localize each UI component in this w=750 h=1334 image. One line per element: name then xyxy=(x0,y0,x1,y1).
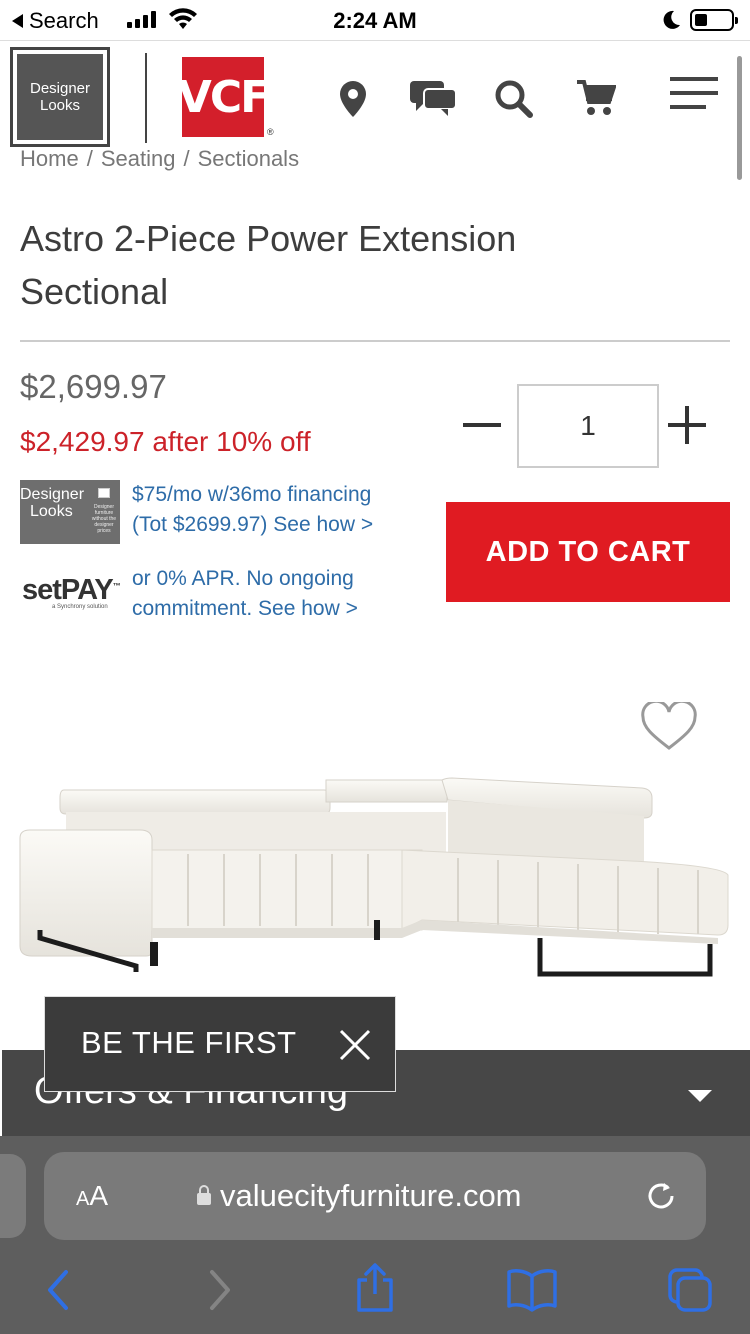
product-title: Astro 2-Piece Power Extension Sectional xyxy=(20,218,517,312)
menu-icon[interactable] xyxy=(668,75,720,111)
breadcrumb-sectionals[interactable]: Sectionals xyxy=(198,146,300,172)
url-text[interactable]: valuecityfurniture.com xyxy=(220,1178,522,1214)
setpay-logo-text: setPAY xyxy=(22,574,114,606)
bookmarks-icon[interactable] xyxy=(506,1268,558,1312)
share-icon[interactable] xyxy=(354,1262,396,1314)
address-bar[interactable]: AA valuecityfurniture.com xyxy=(44,1152,706,1240)
designer-looks-financing-logo: Designer Looks Designer furniture withou… xyxy=(20,480,120,544)
previous-tab-peek[interactable] xyxy=(0,1154,26,1238)
add-to-cart-button[interactable]: ADD TO CART xyxy=(446,502,730,602)
battery-icon xyxy=(690,9,738,31)
be-the-first-popup[interactable]: BE THE FIRST xyxy=(44,996,396,1092)
reload-icon[interactable] xyxy=(644,1179,678,1213)
quantity-input[interactable]: 1 xyxy=(517,384,659,468)
aa-small: A xyxy=(76,1188,90,1210)
financing-logo-tagline: Designer furniture without the designer … xyxy=(91,504,117,534)
site-header: Designer Looks VCF ® xyxy=(0,40,750,148)
breadcrumb-home[interactable]: Home xyxy=(20,146,79,172)
logo-divider xyxy=(145,53,147,143)
regular-price: $2,699.97 xyxy=(20,368,167,405)
quantity-increase-button[interactable] xyxy=(668,406,706,444)
financing-plan-2-line1: or 0% APR. No ongoing xyxy=(132,567,354,590)
designer-logo-line1: Designer xyxy=(29,80,91,97)
quantity-decrease-button[interactable] xyxy=(463,423,501,427)
vcf-logo[interactable]: VCF xyxy=(178,57,270,137)
financing-logo-badge xyxy=(98,488,110,498)
clock: 2:24 AM xyxy=(333,8,417,33)
browser-toolbar: AA valuecityfurniture.com xyxy=(0,1136,750,1334)
scroll-indicator xyxy=(737,56,742,180)
designer-looks-logo[interactable]: Designer Looks xyxy=(10,47,110,147)
reader-options-button[interactable]: AA xyxy=(76,1180,108,1212)
breadcrumb-seating[interactable]: Seating xyxy=(101,146,176,172)
product-image-sectional[interactable] xyxy=(18,770,734,985)
breadcrumb-separator: / xyxy=(86,146,93,171)
wishlist-heart-icon[interactable] xyxy=(640,702,698,752)
cart-icon[interactable] xyxy=(576,79,616,117)
location-pin-icon[interactable] xyxy=(337,79,369,119)
back-icon[interactable] xyxy=(44,1268,72,1312)
sale-price: $2,429.97 after 10% off xyxy=(20,426,311,457)
financing-plan-2-line2: commitment. See how > xyxy=(132,597,358,620)
chat-icon[interactable] xyxy=(408,79,458,117)
designer-logo-line2: Looks xyxy=(39,97,81,114)
financing-plan-1-line1: $75/mo w/36mo financing xyxy=(132,483,372,506)
setpay-logo: setPAY™ xyxy=(22,574,121,607)
forward-icon[interactable] xyxy=(206,1268,234,1312)
status-bar: Search 2:24 AM xyxy=(0,0,750,40)
financing-plan-2[interactable]: or 0% APR. No ongoing commitment. See ho… xyxy=(132,564,358,624)
financing-plan-1-line2: (Tot $2699.97) See how > xyxy=(132,513,374,536)
search-icon[interactable] xyxy=(494,79,534,119)
setpay-subtitle: a Synchrony solution xyxy=(52,604,108,610)
chevron-down-icon xyxy=(688,1090,712,1102)
be-the-first-label: BE THE FIRST xyxy=(81,1025,297,1060)
tabs-icon[interactable] xyxy=(666,1266,714,1314)
moon-icon xyxy=(663,10,680,29)
breadcrumb-separator: / xyxy=(183,146,190,171)
setpay-tm: ™ xyxy=(112,581,121,591)
breadcrumb: Home / Seating / Sectionals xyxy=(20,146,299,172)
close-icon[interactable] xyxy=(339,1029,371,1061)
vcf-registered-mark: ® xyxy=(267,127,274,137)
lock-icon xyxy=(197,1185,211,1205)
financing-plan-1[interactable]: $75/mo w/36mo financing (Tot $2699.97) S… xyxy=(132,480,373,540)
aa-large: A xyxy=(89,1180,109,1211)
title-divider xyxy=(20,340,730,342)
